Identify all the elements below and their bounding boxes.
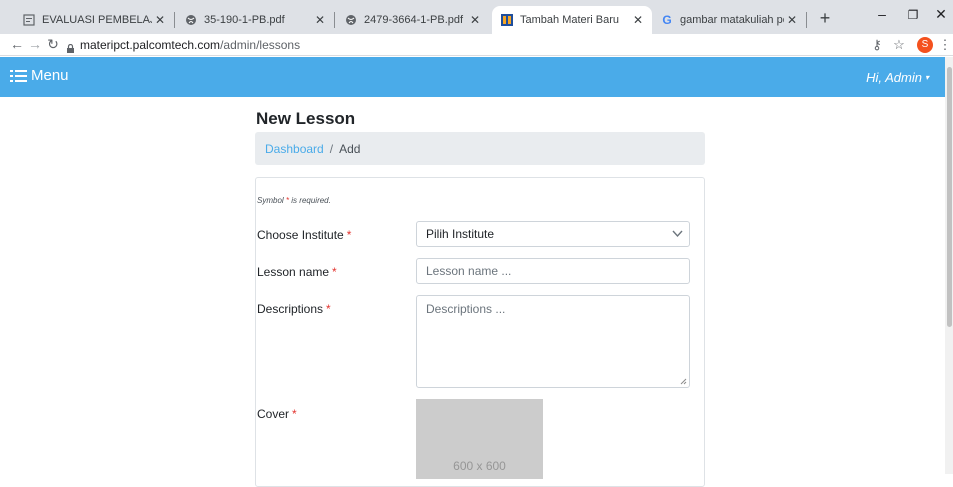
globe-icon: [184, 13, 198, 27]
url-host: materipct.palcomtech.com: [80, 38, 221, 52]
lesson-name-label-text: Lesson name: [257, 265, 330, 279]
tab-separator: [174, 12, 175, 28]
required-star: *: [346, 228, 352, 242]
required-note-suffix: is required.: [291, 196, 331, 205]
menu-label: Menu: [31, 67, 69, 84]
scrollbar-thumb[interactable]: [947, 67, 952, 327]
restore-icon[interactable]: ❐: [898, 8, 928, 22]
list-icon: [10, 69, 27, 82]
forward-icon[interactable]: →: [26, 36, 44, 52]
close-icon[interactable]: ✕: [784, 13, 800, 27]
required-star: *: [326, 302, 331, 316]
url-path: /admin/lessons: [220, 38, 301, 52]
required-note-prefix: Symbol: [257, 196, 284, 205]
window-close-icon[interactable]: ✕: [926, 6, 953, 23]
site-favicon: [500, 13, 514, 27]
required-star: *: [285, 196, 290, 205]
browser-tab[interactable]: EVALUASI PEMBELAJARAN MA ✕: [14, 6, 174, 34]
tab-title: gambar matakuliah perpajakan: [680, 14, 784, 26]
institute-label: Choose Institute *: [257, 228, 351, 242]
breadcrumb-current: Add: [339, 141, 361, 156]
reload-icon[interactable]: ↻: [44, 36, 62, 53]
tab-title: 2479-3664-1-PB.pdf: [364, 14, 464, 26]
url-field[interactable]: materipct.palcomtech.com/admin/lessons: [80, 38, 300, 52]
institute-select-value: Pilih Institute: [426, 227, 495, 241]
menu-button[interactable]: Menu: [10, 67, 69, 84]
breadcrumb-separator: /: [329, 141, 334, 156]
resize-handle-icon[interactable]: [680, 378, 687, 385]
tab-separator: [334, 12, 335, 28]
tab-title: 35-190-1-PB.pdf: [204, 14, 285, 26]
institute-select[interactable]: Pilih Institute: [416, 221, 690, 247]
cover-label-text: Cover: [257, 407, 290, 421]
caret-down-icon: ▾: [924, 73, 929, 82]
required-note: Symbol * is required.: [257, 196, 331, 205]
close-icon[interactable]: ✕: [467, 13, 483, 27]
document-icon: [22, 13, 36, 27]
lock-icon[interactable]: [67, 40, 74, 53]
greeting-text: Hi, Admin: [866, 70, 922, 85]
close-icon[interactable]: ✕: [312, 13, 328, 27]
required-star: *: [332, 265, 337, 279]
address-bar-row: ← → ↻ materipct.palcomtech.com/admin/les…: [0, 34, 953, 56]
descriptions-placeholder: Descriptions ...: [426, 302, 506, 316]
tab-title: Tambah Materi Baru: [520, 14, 620, 26]
google-icon: G: [662, 13, 672, 27]
profile-avatar[interactable]: S: [917, 37, 933, 53]
browser-tab[interactable]: 2479-3664-1-PB.pdf ✕: [336, 6, 489, 34]
close-icon[interactable]: ✕: [152, 13, 168, 27]
app-navbar: Menu Hi, Admin ▾: [0, 57, 953, 97]
lesson-name-label: Lesson name *: [257, 265, 337, 279]
browser-tab-strip: EVALUASI PEMBELAJARAN MA ✕ 35-190-1-PB.p…: [0, 0, 953, 34]
browser-tab[interactable]: 35-190-1-PB.pdf ✕: [176, 6, 334, 34]
descriptions-label: Descriptions *: [257, 302, 331, 316]
cover-image-placeholder[interactable]: 600 x 600: [416, 399, 543, 479]
back-icon[interactable]: ←: [8, 36, 26, 52]
institute-label-text: Choose Institute: [257, 228, 344, 242]
page-title: New Lesson: [256, 109, 356, 128]
close-icon[interactable]: ✕: [630, 13, 646, 27]
minimize-icon[interactable]: –: [867, 6, 897, 22]
key-icon[interactable]: ⚷: [869, 37, 885, 53]
breadcrumb-dashboard-link[interactable]: Dashboard: [265, 142, 324, 156]
browser-tab[interactable]: G gambar matakuliah perpajakan ✕: [652, 6, 806, 34]
user-dropdown[interactable]: Hi, Admin ▾: [866, 70, 929, 85]
lesson-name-input[interactable]: Lesson name ...: [416, 258, 690, 284]
descriptions-textarea[interactable]: Descriptions ...: [416, 295, 690, 388]
cover-label: Cover *: [257, 407, 297, 421]
cover-size-text: 600 x 600: [453, 459, 506, 473]
required-star: *: [292, 407, 297, 421]
breadcrumb: Dashboard / Add: [255, 132, 705, 165]
star-icon[interactable]: ☆: [891, 37, 907, 53]
descriptions-label-text: Descriptions: [257, 302, 324, 316]
tab-title: EVALUASI PEMBELAJARAN MA: [42, 14, 152, 26]
tab-separator: [806, 12, 807, 28]
more-icon[interactable]: ⋮: [937, 37, 953, 53]
browser-tab-active[interactable]: Tambah Materi Baru ✕: [492, 6, 652, 34]
chevron-down-icon: [672, 230, 683, 238]
globe-icon: [344, 13, 358, 27]
new-tab-icon[interactable]: +: [815, 8, 835, 29]
